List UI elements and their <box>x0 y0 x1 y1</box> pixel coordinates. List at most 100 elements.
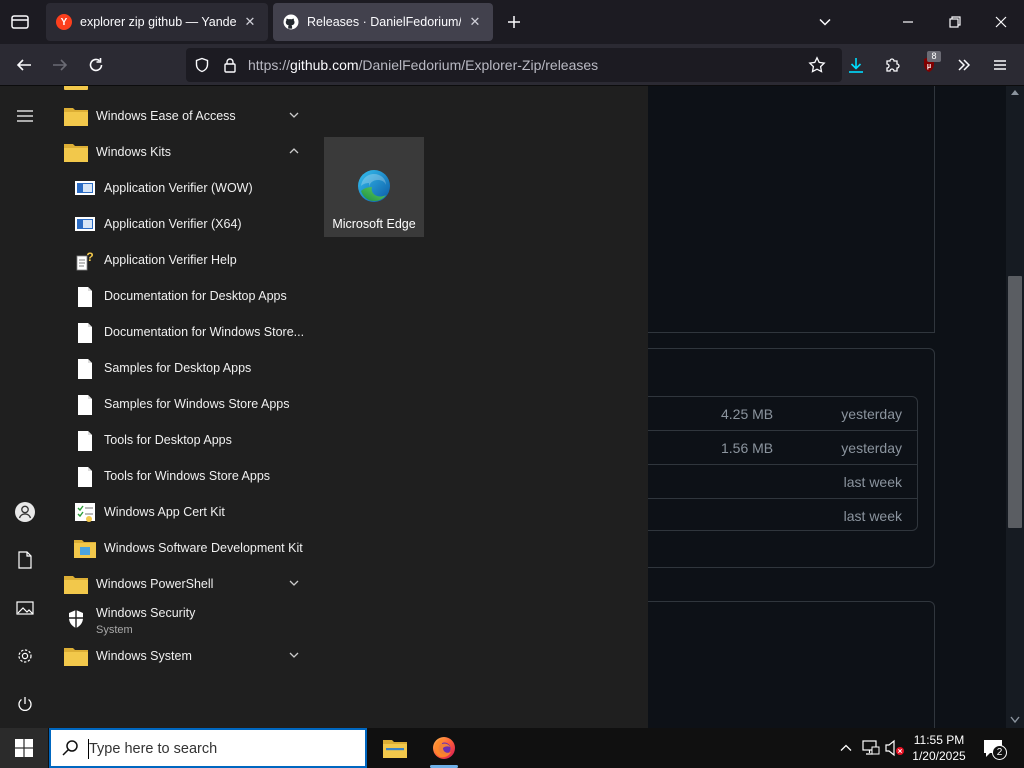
tab-overflow-chevron-icon[interactable] <box>817 14 833 30</box>
start-item-samples-desktop-apps[interactable]: Samples for Desktop Apps <box>56 350 306 386</box>
asset-size: 4.25 MB <box>721 406 774 422</box>
document-icon <box>74 394 98 416</box>
start-item-tools-desktop-apps[interactable]: Tools for Desktop Apps <box>56 422 306 458</box>
minimize-icon[interactable] <box>900 14 916 30</box>
tab-yandex[interactable]: Y explorer zip github — Yandex ✕ <box>46 3 268 41</box>
document-icon <box>74 322 98 344</box>
asset-date: last week <box>843 508 902 524</box>
edge-icon <box>357 169 391 203</box>
sdk-folder-icon <box>74 538 98 560</box>
show-hidden-icons-chevron-icon[interactable] <box>838 740 854 756</box>
restore-icon[interactable] <box>947 14 963 30</box>
start-item-windows-powershell[interactable]: Windows PowerShell <box>56 566 306 602</box>
notification-center-icon[interactable]: 2 <box>982 738 1008 760</box>
start-item-windows-kits[interactable]: Windows Kits <box>56 134 306 170</box>
user-account-icon[interactable] <box>8 495 42 529</box>
app-verifier-icon <box>74 214 98 236</box>
scroll-down-icon[interactable] <box>1010 716 1020 724</box>
close-window-icon[interactable] <box>993 14 1009 30</box>
item-sublabel: System <box>96 624 133 636</box>
svg-text:?: ? <box>86 250 93 264</box>
tracking-protection-shield-icon[interactable] <box>194 57 210 73</box>
downloads-icon[interactable] <box>843 53 869 77</box>
start-item-application-verifier-wow[interactable]: Application Verifier (WOW) <box>56 170 306 206</box>
item-label: Windows Software Development Kit <box>104 541 303 555</box>
taskbar-firefox[interactable] <box>429 734 459 762</box>
asset-row[interactable]: last week <box>648 465 918 499</box>
back-icon[interactable] <box>11 53 37 77</box>
scrollbar-thumb[interactable] <box>1008 276 1022 528</box>
start-item-windows-software-development-kit[interactable]: Windows Software Development Kit <box>56 530 306 566</box>
shield-icon <box>66 609 90 631</box>
asset-row[interactable]: last week <box>648 499 918 533</box>
start-item-documentation-windows-store[interactable]: Documentation for Windows Store... <box>56 314 306 350</box>
hamburger-menu-icon[interactable] <box>987 53 1013 77</box>
tile-label: Microsoft Edge <box>332 217 416 231</box>
close-tab-icon[interactable]: ✕ <box>467 14 483 30</box>
settings-gear-icon[interactable] <box>8 639 42 673</box>
help-document-icon: ? <box>74 250 98 272</box>
app-verifier-icon <box>74 178 98 200</box>
asset-row[interactable]: 4.25 MB yesterday <box>648 397 918 431</box>
expand-menu-icon[interactable] <box>8 99 42 133</box>
pinned-tile-microsoft-edge[interactable]: Microsoft Edge <box>324 137 424 237</box>
item-label: Windows PowerShell <box>96 577 214 591</box>
url-text[interactable]: https://github.com/DanielFedorium/Explor… <box>248 57 598 73</box>
reload-icon[interactable] <box>83 53 109 77</box>
start-item-samples-windows-store-apps[interactable]: Samples for Windows Store Apps <box>56 386 306 422</box>
start-item-application-verifier-x64[interactable]: Application Verifier (X64) <box>56 206 306 242</box>
url-bar[interactable]: https://github.com/DanielFedorium/Explor… <box>186 48 842 82</box>
start-item-windows-system[interactable]: Windows System <box>56 638 306 674</box>
item-label: Documentation for Desktop Apps <box>104 289 287 303</box>
start-item-windows-app-cert-kit[interactable]: Windows App Cert Kit <box>56 494 306 530</box>
item-label: Application Verifier Help <box>104 253 237 267</box>
item-label: Tools for Desktop Apps <box>104 433 232 447</box>
item-label: Windows Security <box>96 606 196 620</box>
forward-icon[interactable] <box>47 53 73 77</box>
folder-icon <box>64 142 88 164</box>
browser-nav-bar: https://github.com/DanielFedorium/Explor… <box>0 44 1024 86</box>
chevron-down-icon <box>288 649 300 661</box>
item-label: Application Verifier (X64) <box>104 217 242 231</box>
document-icon <box>74 286 98 308</box>
bookmark-star-icon[interactable] <box>808 56 826 74</box>
document-icon <box>74 358 98 380</box>
start-item-application-verifier-help[interactable]: ? Application Verifier Help <box>56 242 306 278</box>
taskbar: Type here to search 11:55 PM 1/20/2025 2 <box>0 728 1024 768</box>
asset-date: yesterday <box>841 440 902 456</box>
start-button[interactable] <box>0 728 48 768</box>
item-label: Windows Ease of Access <box>96 109 236 123</box>
document-icon <box>74 430 98 452</box>
cert-kit-icon <box>74 502 98 524</box>
pictures-icon[interactable] <box>8 591 42 625</box>
extensions-puzzle-icon[interactable] <box>880 53 906 77</box>
taskbar-search-input[interactable]: Type here to search <box>49 728 367 768</box>
asset-row[interactable]: 1.56 MB yesterday <box>648 431 918 465</box>
url-path: /DanielFedorium/Explorer-Zip/releases <box>358 57 599 73</box>
new-tab-icon[interactable] <box>506 14 522 30</box>
tab-title: Releases · DanielFedorium/Explorer-Zip <box>307 15 461 29</box>
tab-releases[interactable]: Releases · DanielFedorium/Explorer-Zip ✕ <box>273 3 493 41</box>
url-host: github.com <box>290 57 359 73</box>
item-label: Samples for Desktop Apps <box>104 361 252 375</box>
folder-icon <box>64 86 88 90</box>
item-label: Windows Kits <box>96 145 172 159</box>
network-icon[interactable] <box>861 739 881 757</box>
lock-icon[interactable] <box>222 57 238 73</box>
item-label: Documentation for Windows Store... <box>104 325 305 339</box>
documents-icon[interactable] <box>8 543 42 577</box>
divider <box>648 332 935 333</box>
tab-list-icon[interactable] <box>8 12 32 32</box>
close-tab-icon[interactable]: ✕ <box>242 14 258 30</box>
start-item-windows-security[interactable]: Windows Security System <box>56 602 306 638</box>
overflow-chevrons-icon[interactable] <box>951 53 977 77</box>
start-item-documentation-desktop-apps[interactable]: Documentation for Desktop Apps <box>56 278 306 314</box>
scroll-up-icon[interactable] <box>1010 88 1020 96</box>
taskbar-clock[interactable]: 11:55 PM 1/20/2025 <box>900 732 978 764</box>
start-item-windows-ease-of-access[interactable]: Windows Ease of Access <box>56 98 306 134</box>
power-icon[interactable] <box>8 687 42 721</box>
taskbar-file-explorer[interactable] <box>380 734 410 762</box>
start-item-tools-windows-store-apps[interactable]: Tools for Windows Store Apps <box>56 458 306 494</box>
item-label: Samples for Windows Store Apps <box>104 397 290 411</box>
tab-title: explorer zip github — Yandex <box>80 15 236 29</box>
